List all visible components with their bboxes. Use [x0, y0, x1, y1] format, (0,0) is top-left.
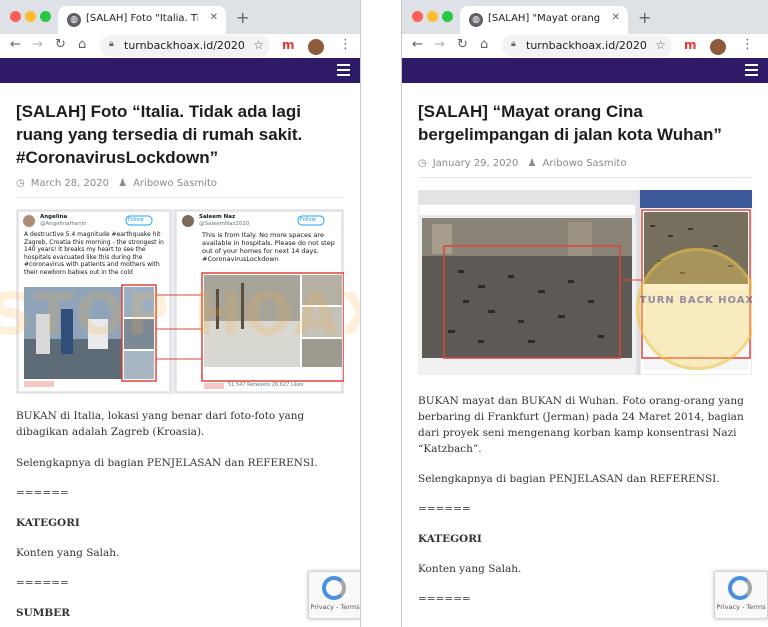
recaptcha-links[interactable]: Privacy - Terms	[715, 603, 767, 611]
separator-text: ======	[16, 487, 69, 499]
paragraph-more: Selengkapnya di bagian PENJELASAN dan RE…	[418, 473, 720, 485]
post-date: January 29, 2020	[432, 158, 519, 169]
profile-avatar[interactable]	[308, 39, 324, 55]
close-tab-icon[interactable]: ✕	[612, 12, 620, 23]
tweet-right-handle: @SaleemNaz2020	[199, 221, 250, 227]
close-window-button[interactable]	[412, 11, 423, 22]
separator-text: ======	[16, 577, 69, 589]
paragraph-more: Selengkapnya di bagian PENJELASAN dan RE…	[16, 457, 318, 469]
recaptcha-badge[interactable]: Privacy - Terms	[308, 571, 360, 619]
article-title: [SALAH] “Mayat orang Cina bergelimpangan…	[418, 102, 722, 144]
browser-toolbar: ← → ↻ ⌂ 🔒︎ turnbackhoax.id/2020/... ☆ m …	[402, 34, 768, 59]
site-navbar	[0, 58, 360, 83]
section-heading-kategori: KATEGORI	[16, 517, 80, 529]
recaptcha-links[interactable]: Privacy - Terms	[309, 603, 360, 611]
tweet-left-text: A destructive 5.4 magnitude #earthquake …	[24, 231, 164, 276]
post-author[interactable]: Aribowo Sasmito	[133, 178, 217, 189]
lock-icon: 🔒︎	[511, 39, 516, 49]
reload-icon[interactable]: ↻	[55, 37, 66, 52]
close-tab-icon[interactable]: ✕	[210, 12, 218, 23]
reload-icon[interactable]: ↻	[457, 37, 468, 52]
home-icon[interactable]: ⌂	[78, 37, 86, 52]
tab-title: [SALAH] Foto "Italia. Tidak ada	[86, 13, 198, 24]
browser-tab[interactable]: ◍ [SALAH] "Mayat orang Cina be ✕	[460, 6, 628, 34]
crowd-screenshots	[418, 190, 752, 375]
category-text: Konten yang Salah.	[418, 563, 522, 575]
back-arrow-icon[interactable]: ←	[10, 37, 21, 52]
tab-title: [SALAH] "Mayat orang Cina be	[488, 13, 600, 24]
minimize-window-button[interactable]	[25, 11, 36, 22]
article-title: [SALAH] Foto “Italia. Tidak ada lagi rua…	[16, 102, 303, 167]
paragraph-summary: BUKAN mayat dan BUKAN di Wuhan. Foto ora…	[418, 395, 744, 455]
recaptcha-badge[interactable]: Privacy - Terms	[714, 571, 768, 619]
tweet-left-name: Angelina	[40, 214, 68, 220]
close-window-button[interactable]	[10, 11, 21, 22]
post-date: March 28, 2020	[30, 178, 109, 189]
forward-arrow-icon[interactable]: →	[434, 37, 445, 52]
section-heading-sumber: SUMBER	[16, 607, 70, 619]
category-text: Konten yang Salah.	[16, 547, 120, 559]
featured-image[interactable]: TURN BACK HOAX	[418, 190, 752, 375]
tab-strip: ◍ [SALAH] "Mayat orang Cina be ✕ +	[402, 0, 768, 34]
extension-m-icon[interactable]: m	[684, 38, 697, 52]
user-icon: ♟	[118, 178, 128, 189]
bookmark-star-icon[interactable]: ☆	[253, 38, 264, 52]
article-meta: ◷ March 28, 2020 ♟ Aribowo Sasmito	[16, 178, 223, 189]
lock-icon: 🔒︎	[109, 39, 114, 49]
tweet-likes: 26,627 Likes	[271, 382, 304, 388]
site-navbar	[402, 58, 768, 83]
new-tab-button[interactable]: +	[236, 8, 249, 27]
article: [SALAH] Foto “Italia. Tidak ada lagi rua…	[0, 83, 360, 627]
url-text: turnbackhoax.id/2020/...	[526, 39, 646, 52]
maximize-window-button[interactable]	[40, 11, 51, 22]
browser-tab[interactable]: ◍ [SALAH] Foto "Italia. Tidak ada ✕	[58, 6, 226, 34]
address-bar[interactable]: 🔒︎ turnbackhoax.id/2020/... ☆	[502, 35, 672, 57]
article-meta: ◷ January 29, 2020 ♟ Aribowo Sasmito	[418, 158, 632, 169]
tweet-right-follow: Follow	[300, 217, 316, 223]
hamburger-menu-icon[interactable]	[745, 64, 758, 79]
globe-icon: ◍	[67, 13, 81, 27]
bookmark-star-icon[interactable]: ☆	[655, 38, 666, 52]
calendar-icon: ◷	[16, 178, 25, 189]
url-text: turnbackhoax.id/2020/...	[124, 39, 244, 52]
maximize-window-button[interactable]	[442, 11, 453, 22]
featured-image[interactable]: Angelina @AngelinaHarrin Follow A destru…	[16, 209, 344, 394]
minimize-window-button[interactable]	[427, 11, 438, 22]
profile-avatar[interactable]	[710, 39, 726, 55]
more-menu-icon[interactable]: ⋮	[339, 37, 352, 52]
separator-text: ======	[418, 503, 471, 515]
section-heading-kategori: KATEGORI	[418, 533, 482, 545]
calendar-icon: ◷	[418, 158, 427, 169]
globe-icon: ◍	[469, 13, 483, 27]
tweet-left-handle: @AngelinaHarrin	[40, 221, 87, 227]
tweet-left-follow: Follow	[128, 217, 144, 223]
separator-text: ======	[418, 593, 471, 605]
back-arrow-icon[interactable]: ←	[412, 37, 423, 52]
browser-window-left: ◍ [SALAH] Foto "Italia. Tidak ada ✕ + ← …	[0, 0, 360, 627]
tweet-right-text: This is from Italy. No more spaces are a…	[202, 231, 335, 263]
home-icon[interactable]: ⌂	[480, 37, 488, 52]
address-bar[interactable]: 🔒︎ turnbackhoax.id/2020/... ☆	[100, 35, 270, 57]
divider	[418, 177, 752, 178]
new-tab-button[interactable]: +	[638, 8, 651, 27]
more-menu-icon[interactable]: ⋮	[741, 37, 754, 52]
tab-strip: ◍ [SALAH] Foto "Italia. Tidak ada ✕ +	[0, 0, 360, 34]
divider	[16, 197, 344, 198]
tweet-retweets: 51,547 Retweets	[228, 382, 271, 388]
browser-window-right: ◍ [SALAH] "Mayat orang Cina be ✕ + ← → ↻…	[402, 0, 768, 627]
hamburger-menu-icon[interactable]	[337, 64, 350, 79]
recaptcha-icon	[322, 576, 346, 600]
post-author[interactable]: Aribowo Sasmito	[543, 158, 627, 169]
article: [SALAH] “Mayat orang Cina bergelimpangan…	[402, 83, 768, 627]
paragraph-summary: BUKAN di Italia, lokasi yang benar dari …	[16, 410, 305, 438]
browser-toolbar: ← → ↻ ⌂ 🔒︎ turnbackhoax.id/2020/... ☆ m …	[0, 34, 360, 59]
forward-arrow-icon[interactable]: →	[32, 37, 43, 52]
extension-m-icon[interactable]: m	[282, 38, 295, 52]
user-icon: ♟	[527, 158, 537, 169]
recaptcha-icon	[728, 576, 752, 600]
tweet-right-name: Saleem Naz	[199, 214, 236, 220]
